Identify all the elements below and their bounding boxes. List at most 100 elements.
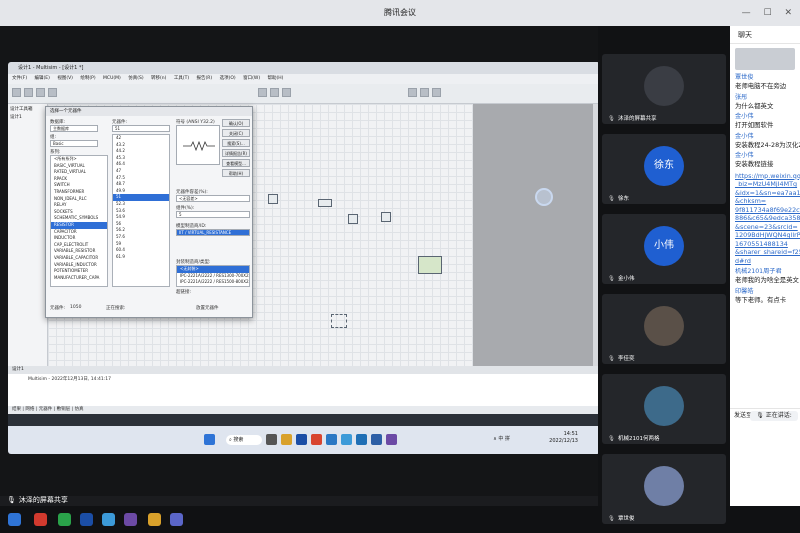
family-list-item[interactable]: NON_IDEAL_RLC <box>51 196 107 203</box>
menu-item[interactable]: 工具(T) <box>174 76 189 81</box>
component-list-item[interactable]: 54.9 <box>113 214 169 221</box>
windows-start-icon[interactable] <box>8 513 21 526</box>
toolbar-button[interactable] <box>420 88 429 97</box>
component-list-item[interactable]: 47.5 <box>113 175 169 182</box>
close-button[interactable]: ✕ <box>784 8 792 18</box>
tray-chevron-icon[interactable]: ∧ <box>493 436 497 442</box>
status-tab[interactable]: 仿真 <box>75 407 84 412</box>
family-list-item[interactable]: TRANSFORMER <box>51 189 107 196</box>
chat-image[interactable] <box>735 48 795 70</box>
toolbar-button[interactable] <box>258 88 267 97</box>
menu-item[interactable]: 选项(O) <box>220 76 236 81</box>
toolbar-button[interactable] <box>48 88 57 97</box>
component-field[interactable]: 51 <box>112 125 170 132</box>
family-list-item[interactable]: CAPACITOR <box>51 229 107 236</box>
app-icon[interactable] <box>34 513 47 526</box>
family-list-item[interactable]: SCHEMATIC_SYMBOLS <box>51 215 107 222</box>
schematic-component[interactable] <box>348 214 358 224</box>
meeting-app-icon[interactable] <box>170 513 183 526</box>
chat-input[interactable]: 发送至 🎙 正在讲话: <box>730 408 800 422</box>
tray-icons[interactable]: ∧ 中 拼 <box>493 435 510 442</box>
component-list-item[interactable]: 56.2 <box>113 227 169 234</box>
family-list-item[interactable]: MANUFACTURER_CAPA <box>51 275 107 282</box>
footprint-list[interactable]: <无封装> IPC-2221A/2222 / RES1300-700X250 IPC… <box>176 265 250 287</box>
family-list-item[interactable]: RESISTOR <box>51 221 107 229</box>
component-list-item[interactable]: 51 <box>113 194 169 201</box>
family-list-item[interactable]: SWITCH <box>51 182 107 189</box>
menu-item[interactable]: 窗口(W) <box>243 76 260 81</box>
component-list-item[interactable]: 48.7 <box>113 181 169 188</box>
chat-sender[interactable]: 印馨皓 <box>735 288 800 296</box>
component-list-item[interactable]: 47 <box>113 168 169 175</box>
confirm-button[interactable]: 确认(O) <box>222 119 250 127</box>
chat-link[interactable]: 1209BdHjWQN4gllrPQa <box>735 231 800 240</box>
close-dialog-button[interactable]: 关闭(C) <box>222 129 250 137</box>
app-icon[interactable] <box>102 513 115 526</box>
family-list-item[interactable]: RPACK <box>51 176 107 183</box>
help-button[interactable]: 帮助(H) <box>222 169 250 177</box>
menu-item[interactable]: 仿真(S) <box>128 76 143 81</box>
chat-sender[interactable]: 机械2101周子君 <box>735 268 800 276</box>
status-tab[interactable]: 结果 <box>12 407 21 412</box>
footprint-list-item[interactable]: IPC-2221A/2222 / RES1500-800X250 <box>177 279 249 286</box>
ime-indicator[interactable]: 中 <box>498 436 503 442</box>
footprint-list-item[interactable]: IPC-2221A/2222 / RES1300-700X250 <box>177 273 249 280</box>
menu-item[interactable]: 转移(n) <box>151 76 166 81</box>
component-list-item[interactable]: 46.4 <box>113 161 169 168</box>
participant-tile[interactable]: 🎙 李佳奕 <box>602 294 726 364</box>
chat-link[interactable]: &idx=1&sn=ea7aa14 <box>735 189 800 198</box>
toolbar-button[interactable] <box>24 88 33 97</box>
menu-item[interactable]: MCU(M) <box>103 76 121 81</box>
family-list-item[interactable]: VARIABLE_INDUCTOR <box>51 262 107 269</box>
taskbar-clock[interactable]: 14:51 2022/12/13 <box>549 431 578 445</box>
component-list-item[interactable]: 42 <box>113 135 169 142</box>
edge-icon[interactable] <box>80 513 93 526</box>
participant-tile[interactable]: 🎙 沐泽的屏幕共享 <box>602 54 726 124</box>
database-select[interactable]: 主数据库 <box>50 125 98 132</box>
menu-item[interactable]: 报告(R) <box>197 76 213 81</box>
menu-item[interactable]: 编辑(E) <box>35 76 50 81</box>
toolbar-button[interactable] <box>36 88 45 97</box>
schematic-component[interactable] <box>381 212 391 222</box>
participant-tile[interactable]: 🎙 覃世俊 <box>602 454 726 524</box>
chat-link[interactable]: &scene=23&srcid= <box>735 223 800 232</box>
schematic-component[interactable] <box>268 194 278 204</box>
component-list[interactable]: 42 43.2 44.2 45.3 46.4 47 47.5 48.7 49.9 51 52.3 53… <box>112 134 170 287</box>
chat-link-message[interactable]: https://mp.weixin.qq.c _biz=MzU4MjI4MTg &i… <box>735 172 800 266</box>
app-icon[interactable] <box>311 434 322 445</box>
tolerance-select[interactable]: <无容差> <box>176 195 250 202</box>
chat-link[interactable]: 886&c65&9edca358cf7 <box>735 214 800 223</box>
component-list-item[interactable]: 43.2 <box>113 142 169 149</box>
chat-link[interactable]: d#rd <box>735 257 800 266</box>
task-view-icon[interactable] <box>266 434 277 445</box>
family-list-item[interactable]: INDUCTOR <box>51 235 107 242</box>
chat-sender[interactable]: 覃世俊 <box>735 74 800 82</box>
footprint-list-item[interactable]: <无封装> <box>177 266 249 273</box>
design-tab[interactable]: 设计1 <box>8 366 600 374</box>
component-list-item[interactable]: 49.9 <box>113 188 169 195</box>
menu-item[interactable]: 视图(V) <box>57 76 73 81</box>
app-icon[interactable] <box>326 434 337 445</box>
toolbar-button[interactable] <box>270 88 279 97</box>
schematic-component[interactable] <box>318 199 332 207</box>
component-list-item[interactable]: 44.2 <box>113 148 169 155</box>
component-list-item[interactable]: 60.4 <box>113 247 169 254</box>
app-icon[interactable] <box>386 434 397 445</box>
toolbar-button[interactable] <box>282 88 291 97</box>
menu-item[interactable]: 绘制(P) <box>80 76 95 81</box>
multisim-icon[interactable] <box>371 434 382 445</box>
start-icon[interactable] <box>204 434 215 445</box>
detail-report-button[interactable]: 详情报告(R) <box>222 149 250 157</box>
group-select[interactable]: Basic <box>50 140 98 147</box>
family-list-item[interactable]: POTENTIOMETER <box>51 268 107 275</box>
folder-icon[interactable] <box>148 513 161 526</box>
wechat-icon[interactable] <box>58 513 71 526</box>
family-list-item[interactable]: VARIABLE_CAPACITOR <box>51 255 107 262</box>
status-tab[interactable]: 元器件 <box>39 407 53 412</box>
family-list-item[interactable]: BASIC_VIRTUAL <box>51 163 107 170</box>
maximize-button[interactable]: ☐ <box>764 8 772 18</box>
view-model-button[interactable]: 查看模型... <box>222 159 250 167</box>
status-tab[interactable]: 网络 <box>25 407 34 412</box>
app-icon[interactable] <box>341 434 352 445</box>
chat-link[interactable]: 9f811734a8f69e22cf2f <box>735 206 800 215</box>
